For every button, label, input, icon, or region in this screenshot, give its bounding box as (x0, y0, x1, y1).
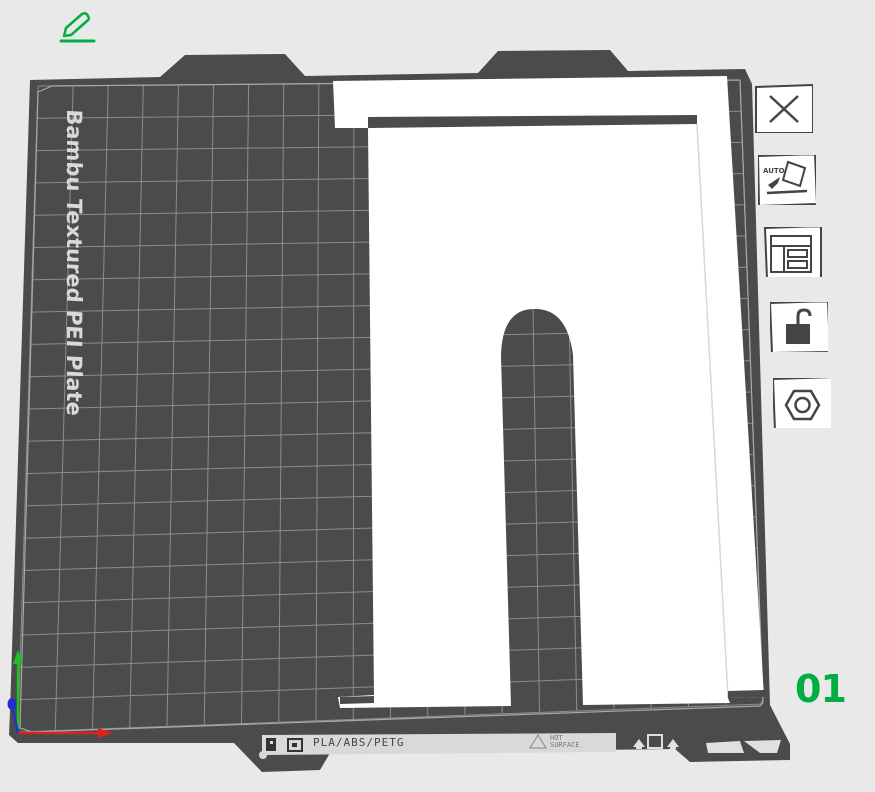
hot-surface-label: HOT SURFACE (550, 735, 580, 749)
lock-plate-button[interactable] (770, 302, 828, 352)
filament-compat-label: PLA/ABS/PETG (313, 736, 405, 749)
plate-type-text: Bambu Textured PEI Plate (62, 108, 86, 417)
auto-orient-icon: AUTO (758, 155, 816, 205)
pencil-icon (59, 12, 96, 43)
plate-type-label: Bambu Textured PEI Plate (62, 109, 86, 417)
plate-settings-button[interactable] (773, 378, 831, 428)
plate-number-label: 01 (795, 667, 847, 711)
hexagon-nut-icon (773, 378, 831, 428)
svg-text:AUTO: AUTO (763, 167, 785, 175)
arrange-icon (764, 227, 822, 277)
lock-icon (770, 302, 828, 352)
delete-plate-button[interactable] (755, 83, 813, 133)
edit-plate-name-button[interactable] (56, 10, 100, 46)
auto-orient-button[interactable]: AUTO (758, 155, 816, 205)
arrange-button[interactable] (764, 227, 822, 277)
build-plate-view[interactable] (0, 0, 875, 792)
hot-label-line2: SURFACE (550, 741, 580, 749)
close-icon (755, 83, 813, 133)
